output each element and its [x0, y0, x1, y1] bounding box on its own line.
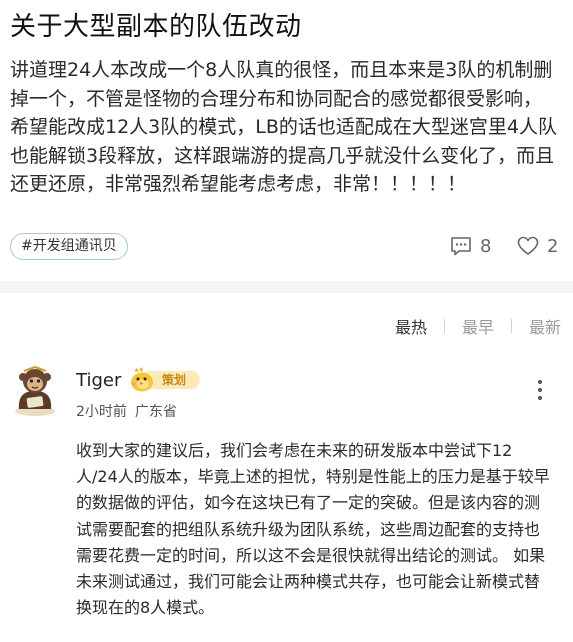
sort-tab-earliest[interactable]: 最早 — [462, 314, 494, 338]
role-badge-label: 策划 — [162, 373, 187, 387]
sort-tab-newest[interactable]: 最新 — [529, 314, 561, 338]
heart-icon — [517, 236, 539, 255]
comment-icon — [451, 237, 471, 256]
comment-location: 广东省 — [134, 404, 177, 420]
section-divider — [0, 281, 573, 293]
sort-separator — [510, 319, 512, 333]
like-count: 2 — [547, 235, 559, 257]
comment-count: 8 — [480, 235, 492, 257]
comment-author[interactable]: Tiger — [76, 370, 121, 391]
sort-tabs: 最热 最早 最新 — [395, 314, 561, 338]
comment-meta: 2小时前 广东省 — [76, 401, 177, 421]
post-body: 讲道理24人本改成一个8人队真的很怪，而且本来是3队的机制删掉一个，不管是怪物的… — [10, 59, 557, 195]
more-options-icon[interactable] — [534, 377, 546, 405]
sort-separator — [443, 319, 445, 333]
post-title: 关于大型副本的队伍改动 — [10, 12, 302, 42]
comment-body: 收到大家的建议后，我们会考虑在未来的研发版本中尝试下12人/24人的版本，毕竟上… — [76, 441, 550, 618]
comment-time: 2小时前 — [76, 404, 127, 420]
sort-tab-hot[interactable]: 最热 — [395, 314, 427, 338]
chick-icon — [131, 367, 153, 392]
like-button[interactable]: 2 — [517, 234, 558, 258]
role-badge: 策划 — [128, 367, 202, 393]
topic-tag[interactable]: #开发组通讯贝 — [10, 233, 128, 260]
comment-count-button[interactable]: 8 — [450, 234, 491, 258]
avatar[interactable] — [10, 365, 60, 417]
